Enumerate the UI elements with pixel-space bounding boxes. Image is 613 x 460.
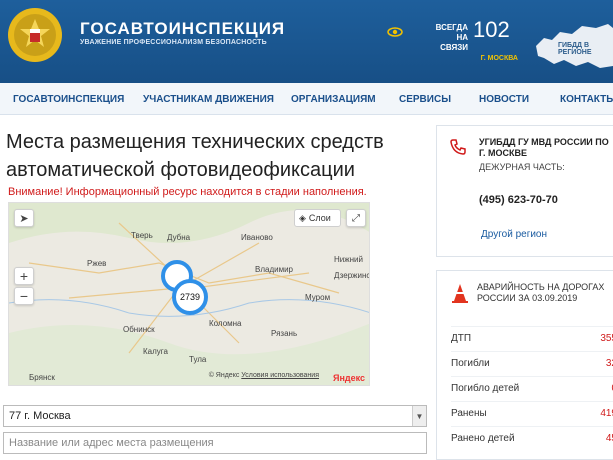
always-connected-label: ВСЕГДА НА СВЯЗИ (428, 23, 468, 53)
map-copyright: © Яндекс Условия использования (208, 372, 319, 379)
map-city-label: Ржев (87, 259, 107, 268)
stats-value: 419 (600, 408, 613, 419)
location-search-input[interactable]: Название или адрес места размещения (3, 432, 427, 454)
region-map-label: ГИБДД В РЕГИОНЕ (558, 42, 592, 56)
nav-item-contacts[interactable]: КОНТАКТЫ (560, 94, 613, 105)
stats-value: 32 (605, 358, 613, 369)
map-city-label: Владимир (255, 265, 294, 274)
chevron-down-icon: ▼ (412, 406, 426, 426)
stats-row: Ранены 419 (451, 401, 613, 426)
region-select-value: 77 г. Москва (9, 410, 71, 422)
eye-icon[interactable] (387, 24, 403, 40)
map-city-label: Брянск (29, 373, 55, 382)
contact-card: УГИБДД ГУ МВД РОССИИ ПО Г. МОСКВЕ ДЕЖУРН… (436, 125, 613, 257)
map-cluster-marker[interactable]: 2739 (172, 279, 208, 315)
site-slogan: УВАЖЕНИЕ ПРОФЕССИОНАЛИЗМ БЕЗОПАСНОСТЬ (80, 39, 267, 46)
map-city-label: Иваново (241, 233, 273, 242)
region-select[interactable]: 77 г. Москва ▼ (3, 405, 427, 427)
yandex-logo[interactable]: Яндекс (333, 373, 365, 383)
map-city-label: Дзержинск (334, 271, 370, 280)
map-city-label: Калуга (143, 347, 168, 356)
map-city-label: Рязань (271, 329, 298, 338)
nav-item-services[interactable]: СЕРВИСЫ (399, 94, 451, 105)
other-region-link[interactable]: Другой регион (481, 229, 547, 240)
nav-item-participants[interactable]: УЧАСТНИКАМ ДВИЖЕНИЯ (143, 94, 274, 105)
stats-label: ДТП (451, 333, 472, 344)
layers-button[interactable]: ◈ Слои (294, 209, 341, 227)
stats-row: Ранено детей 45 (451, 426, 613, 451)
yandex-map[interactable]: Тверь Дубна Иваново Ржев Владимир Нижний… (8, 202, 370, 386)
minus-icon: − (19, 288, 29, 304)
accident-stats-card: АВАРИЙНОСТЬ НА ДОРОГАХ РОССИИ ЗА 03.09.2… (436, 270, 613, 460)
org-name: УГИБДД ГУ МВД РОССИИ ПО Г. МОСКВЕ (479, 137, 609, 158)
current-city[interactable]: Г. МОСКВА (458, 55, 518, 62)
map-city-label: Дубна (167, 233, 191, 242)
stats-row: Погибли 32 (451, 351, 613, 376)
map-city-label: Обнинск (123, 325, 155, 334)
site-title[interactable]: ГОСАВТОИНСПЕКЦИЯ (80, 19, 285, 39)
map-terms-link[interactable]: Условия использования (241, 372, 319, 379)
site-header: ГОСАВТОИНСПЕКЦИЯ УВАЖЕНИЕ ПРОФЕССИОНАЛИЗ… (0, 0, 613, 83)
stats-label: Погибло детей (451, 383, 520, 394)
map-city-label: Муром (305, 293, 331, 302)
zoom-out-button[interactable]: − (14, 287, 34, 305)
map-city-label: Тверь (131, 231, 153, 240)
hotline-number: 102 (473, 17, 510, 42)
layers-icon: ◈ (299, 212, 306, 223)
phone-icon (450, 139, 466, 155)
gibdd-emblem-icon[interactable] (6, 5, 64, 65)
geolocation-button[interactable]: ➤ (14, 209, 34, 227)
stats-value: 355 (600, 333, 613, 344)
nav-item-news[interactable]: НОВОСТИ (479, 94, 529, 105)
stats-row: ДТП 355 (451, 326, 613, 351)
page-title: Места размещения технических средств авт… (6, 131, 384, 181)
accident-stats-title: АВАРИЙНОСТЬ НА ДОРОГАХ РОССИИ ЗА 03.09.2… (477, 282, 605, 303)
always-line1: ВСЕГДА (435, 23, 468, 32)
stats-label: Ранены (451, 408, 487, 419)
map-city-label: Коломна (209, 319, 242, 328)
fullscreen-button[interactable]: ⤢ (346, 209, 366, 227)
nav-item-gosavtoinspekciya[interactable]: ГОСАВТОИНСПЕКЦИЯ (13, 94, 124, 105)
expand-icon: ⤢ (352, 212, 360, 224)
cluster-count: 2739 (179, 292, 201, 302)
arrow-icon: ➤ (19, 212, 29, 225)
stats-value: 45 (605, 433, 613, 444)
map-city-label: Тула (189, 355, 207, 364)
warning-message: Внимание! Информационный ресурс находитс… (8, 186, 367, 198)
nav-item-organizations[interactable]: ОРГАНИЗАЦИЯМ (291, 94, 376, 105)
always-line2: НА СВЯЗИ (440, 33, 468, 52)
stats-row: Погибло детей0 (451, 376, 613, 401)
map-city-label: Нижний (334, 255, 363, 264)
duty-label: ДЕЖУРНАЯ ЧАСТЬ: (479, 162, 565, 172)
main-navigation: ГОСАВТОИНСПЕКЦИЯ УЧАСТНИКАМ ДВИЖЕНИЯ ОРГ… (0, 83, 613, 115)
plus-icon: + (19, 268, 29, 284)
traffic-cone-icon (452, 284, 468, 303)
layers-label: Слои (308, 213, 331, 223)
duty-phone[interactable]: (495) 623-70-70 (479, 194, 558, 206)
stats-label: Погибли (451, 358, 490, 369)
zoom-in-button[interactable]: + (14, 267, 34, 285)
stats-label: Ранено детей (451, 433, 515, 444)
